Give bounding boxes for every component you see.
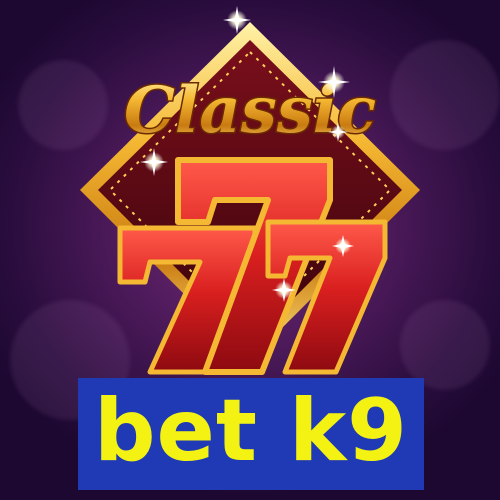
game-splash-screen: Classic bet k9 <box>0 0 500 500</box>
title-banner: bet k9 <box>78 378 424 490</box>
banner-title: bet k9 <box>94 381 408 481</box>
